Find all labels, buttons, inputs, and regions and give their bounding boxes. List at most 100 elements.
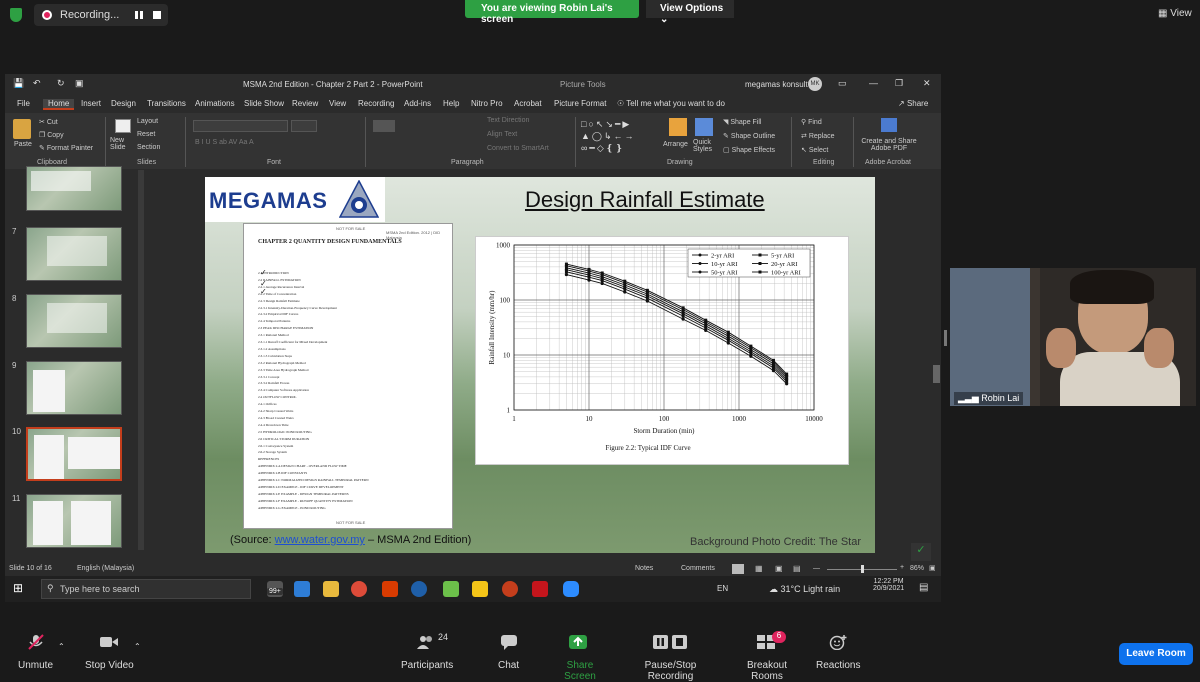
save-icon[interactable]: 💾 — [13, 78, 24, 89]
idf-chart-frame[interactable]: 1 10 100 1000 10000 1 10 100 1000 Storm Duration … — [475, 236, 849, 465]
chrome-icon[interactable] — [351, 581, 367, 597]
video-resize-handle[interactable] — [944, 330, 947, 346]
quick-styles-label[interactable]: Quick Styles — [693, 139, 723, 153]
pause-recording-icon[interactable] — [135, 11, 143, 19]
font-size-select[interactable] — [291, 120, 317, 132]
quick-styles-icon[interactable] — [695, 118, 713, 136]
tab-review[interactable]: Review — [292, 99, 318, 108]
security-shield-icon[interactable] — [10, 8, 22, 22]
weather-widget[interactable]: ☁ 31°C Light rain — [769, 584, 840, 595]
tell-me-box[interactable]: ☉ Tell me what you want to do — [617, 99, 725, 108]
file-explorer-icon[interactable] — [323, 581, 339, 597]
cut-button[interactable]: ✂ Cut — [39, 118, 58, 126]
tab-nitro-pro[interactable]: Nitro Pro — [471, 99, 503, 108]
slide-thumbnail[interactable] — [26, 294, 122, 348]
powerpoint-taskbar-icon[interactable] — [502, 581, 518, 597]
photos-icon[interactable] — [294, 581, 310, 597]
action-center-icon[interactable]: ▤ — [919, 582, 928, 593]
zoom-out-icon[interactable]: — — [813, 565, 820, 572]
tab-insert[interactable]: Insert — [81, 99, 101, 108]
office-icon[interactable] — [382, 581, 398, 597]
format-painter-button[interactable]: ✎ Format Painter — [39, 144, 93, 152]
sorter-view-icon[interactable]: ▦ — [755, 564, 763, 573]
align-text-button[interactable]: Align Text — [487, 131, 517, 138]
tab-acrobat[interactable]: Acrobat — [514, 99, 542, 108]
unmute-button[interactable]: Unmute — [0, 630, 80, 675]
tab-recording[interactable]: Recording — [358, 99, 394, 108]
zoom-slider-handle[interactable] — [861, 565, 864, 573]
tab-transitions[interactable]: Transitions — [147, 99, 186, 108]
fit-slide-icon[interactable]: ▣ — [929, 564, 936, 572]
reactions-button[interactable]: Reactions — [812, 630, 862, 675]
language-indicator[interactable]: English (Malaysia) — [77, 565, 134, 572]
tab-view[interactable]: View — [329, 99, 346, 108]
text-direction-button[interactable]: Text Direction — [487, 117, 529, 124]
zoom-in-icon[interactable]: + — [900, 564, 904, 571]
layout-button[interactable]: Layout — [137, 118, 158, 125]
undo-icon[interactable]: ↶ — [33, 78, 41, 89]
tab-slide-show[interactable]: Slide Show — [244, 99, 284, 108]
share-button[interactable]: ↗ Share — [898, 99, 928, 108]
share-screen-button[interactable]: Share Screen — [546, 630, 610, 682]
tab-home[interactable]: Home — [43, 99, 75, 110]
normal-view-icon[interactable] — [732, 564, 744, 574]
taskbar-search[interactable]: ⚲ Type here to search — [41, 579, 251, 599]
slide-thumbnail[interactable] — [26, 227, 122, 281]
zoom-level[interactable]: 86% — [910, 565, 924, 572]
windows-start-icon[interactable]: ⊞ — [13, 581, 23, 595]
new-slide-icon[interactable] — [115, 119, 131, 133]
shape-fill-button[interactable]: ◥ Shape Fill — [723, 118, 761, 126]
find-button[interactable]: ⚲ Find — [801, 118, 822, 126]
minimize-icon[interactable]: — — [869, 78, 878, 88]
ribbon-display-icon[interactable]: ▭ — [838, 78, 847, 89]
tab-picture-format[interactable]: Picture Format — [554, 99, 606, 108]
slide-thumbnail[interactable] — [26, 166, 122, 211]
breakout-rooms-button[interactable]: 6 Breakout Rooms — [726, 630, 804, 682]
comments-button[interactable]: Comments — [681, 565, 715, 572]
convert-smartart-button[interactable]: Convert to SmartArt — [487, 145, 549, 152]
participants-button[interactable]: 24 Participants — [396, 630, 460, 675]
list-buttons[interactable] — [373, 120, 395, 132]
tab-file[interactable]: File — [17, 99, 30, 108]
restore-icon[interactable]: ❐ — [895, 78, 903, 89]
tab-help[interactable]: Help — [443, 99, 459, 108]
thumbnails-scrollbar[interactable] — [138, 170, 144, 550]
tab-design[interactable]: Design — [111, 99, 136, 108]
create-share-pdf-button[interactable]: Create and Share Adobe PDF — [858, 138, 920, 152]
replace-button[interactable]: ⇄ Replace — [801, 132, 835, 140]
source-link[interactable]: www.water.gov.my — [275, 534, 365, 546]
chevron-up-icon[interactable]: ⌃ — [134, 642, 141, 651]
copy-button[interactable]: ❐ Copy — [39, 131, 64, 139]
input-language[interactable]: EN — [717, 584, 728, 593]
section-button[interactable]: Section — [137, 144, 160, 151]
app-c-icon[interactable] — [411, 581, 427, 597]
reset-button[interactable]: Reset — [137, 131, 155, 138]
chat-button[interactable]: Chat — [490, 630, 530, 675]
paste-label[interactable]: Paste — [14, 141, 32, 148]
arrange-label[interactable]: Arrange — [663, 141, 688, 148]
reading-view-icon[interactable]: ▣ — [775, 564, 783, 573]
present-icon[interactable]: ▣ — [75, 78, 84, 89]
zoom-app-icon[interactable] — [563, 581, 579, 597]
adobe-pdf-icon[interactable] — [881, 118, 897, 132]
slide-thumbnail-selected[interactable] — [26, 427, 122, 481]
chevron-up-icon[interactable]: ⌃ — [58, 642, 65, 651]
close-icon[interactable]: ✕ — [923, 78, 931, 89]
view-button[interactable]: ▦ View — [1158, 8, 1192, 19]
font-name-select[interactable] — [193, 120, 288, 132]
camtasia-icon[interactable] — [443, 581, 459, 597]
font-format-buttons[interactable]: B I U S ab AV Aa A — [195, 139, 254, 146]
slide-thumbnail[interactable] — [26, 361, 122, 415]
arrange-icon[interactable] — [669, 118, 687, 136]
new-slide-label[interactable]: New Slide — [110, 137, 140, 151]
pause-stop-recording-button[interactable]: Pause/Stop Recording — [618, 630, 718, 682]
shapes-gallery[interactable]: □○↖↘━▶ ▲◯↳←→ ∞━◇❴❵ — [581, 118, 659, 154]
tab-add-ins[interactable]: Add-ins — [404, 99, 431, 108]
paste-icon[interactable] — [13, 119, 31, 139]
shape-effects-button[interactable]: ▢ Shape Effects — [723, 146, 775, 154]
notes-button[interactable]: Notes — [635, 565, 653, 572]
slideshow-icon[interactable]: ▤ — [793, 564, 801, 573]
stop-video-button[interactable]: Stop Video — [80, 630, 140, 675]
acrobat-icon[interactable] — [532, 581, 548, 597]
stop-recording-icon[interactable] — [153, 11, 161, 19]
